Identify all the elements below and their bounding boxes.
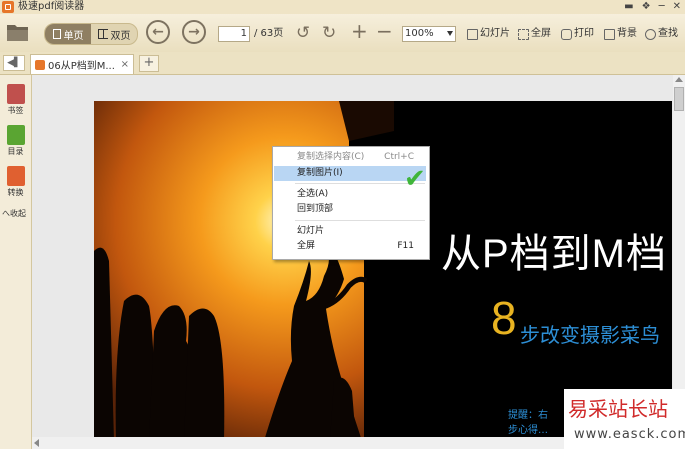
watermark-title: 易采站长站 — [568, 397, 668, 421]
watermark-url: www.easck.com — [574, 427, 685, 442]
double-page-label: 双页 — [110, 30, 131, 42]
toolbar: 单页 双页 ← → 1 / 63页 ↺ ↻ + − 100% 幻灯片 全屏 打印… — [0, 14, 685, 53]
menu-item-label: 复制图片(I) — [297, 168, 343, 178]
menu-item-shortcut: Ctrl+C — [384, 152, 414, 162]
bookmark-icon — [6, 84, 25, 104]
window-controls: ▬ ❖ ─ ✕ — [624, 0, 681, 14]
sidebar: 书签 目录 转换 へ收起 — [0, 75, 32, 449]
previous-page-button[interactable]: ← — [146, 20, 170, 44]
document-tab[interactable]: 06从P档到M... × — [30, 54, 134, 74]
single-page-icon — [52, 29, 61, 39]
scroll-thumb[interactable] — [674, 87, 684, 111]
page-heading: 从P档到M档 — [441, 232, 667, 276]
green-check-icon: ✔ — [404, 164, 426, 194]
page-tip-line: 提醒：右 — [508, 410, 548, 421]
app-logo-icon — [2, 1, 14, 13]
scroll-up-icon[interactable] — [675, 77, 683, 82]
menu-item-back-to-top[interactable]: 回到顶部 — [274, 202, 426, 217]
fullscreen-button[interactable]: 全屏 — [518, 27, 551, 41]
vertical-scrollbar[interactable] — [673, 75, 685, 437]
menu-item-label: 幻灯片 — [297, 226, 325, 236]
zoom-in-icon[interactable]: + — [351, 21, 368, 41]
single-page-button[interactable]: 单页 — [45, 24, 91, 44]
slideshow-button[interactable]: 幻灯片 — [467, 27, 510, 41]
tab-bar: ◀▌ 06从P档到M... × + — [0, 52, 685, 75]
background-label: 背景 — [617, 28, 637, 39]
menu-button[interactable]: ❖ — [642, 0, 651, 14]
close-window-button[interactable]: ✕ — [673, 0, 681, 14]
print-button[interactable]: 打印 — [561, 27, 594, 41]
minimize-button[interactable]: ─ — [659, 0, 665, 14]
rotate-left-icon[interactable]: ↺ — [296, 25, 310, 42]
slideshow-icon — [467, 28, 478, 40]
find-label: 查找 — [658, 28, 678, 39]
page-subheading: 步改变摄影菜鸟 — [520, 323, 660, 347]
sidebar-item-label: 目录 — [7, 147, 24, 156]
page-total: / 63页 — [254, 28, 284, 39]
convert-icon — [6, 166, 25, 186]
pdf-file-icon — [35, 59, 45, 70]
view-mode-toggle: 单页 双页 — [44, 23, 138, 45]
scroll-left-icon[interactable] — [34, 439, 39, 447]
sidebar-item-bookmarks[interactable]: 书签 — [2, 84, 29, 116]
search-icon — [645, 28, 656, 40]
sidebar-collapse-button[interactable]: へ收起 — [2, 208, 26, 219]
menu-separator — [295, 220, 425, 221]
zoom-value: 100% — [405, 28, 434, 39]
close-tab-icon[interactable]: × — [121, 59, 129, 70]
double-page-icon — [97, 29, 108, 39]
menu-item-shortcut: F11 — [397, 241, 414, 251]
arrow-left-icon: ← — [152, 24, 164, 40]
toggle-sidebar-button[interactable]: ◀▌ — [3, 55, 25, 71]
print-label: 打印 — [574, 28, 594, 39]
zoom-select[interactable]: 100% — [402, 26, 456, 42]
zoom-out-icon[interactable]: − — [376, 21, 393, 41]
sidebar-item-label: 书签 — [7, 106, 24, 115]
skin-button[interactable]: ▬ — [624, 0, 633, 14]
app-title: 极速pdf阅读器 — [18, 1, 85, 12]
watermark: 易采站长站 www.easck.com — [564, 389, 685, 449]
fullscreen-label: 全屏 — [531, 28, 551, 39]
page-number-input[interactable]: 1 — [218, 26, 250, 42]
toc-icon — [6, 125, 25, 145]
sidebar-item-toc[interactable]: 目录 — [2, 125, 29, 157]
menu-item-slideshow[interactable]: 幻灯片 — [274, 224, 426, 239]
rotate-right-icon[interactable]: ↻ — [322, 25, 336, 42]
sidebar-item-convert[interactable]: 转换 — [2, 166, 29, 198]
folder-icon — [7, 25, 28, 41]
sidebar-item-label: 转换 — [7, 188, 24, 197]
open-file-button[interactable] — [6, 21, 30, 43]
menu-item-fullscreen[interactable]: 全屏 F11 — [274, 239, 426, 254]
page-tip-line: 步心得… — [508, 425, 548, 436]
printer-icon — [561, 28, 572, 40]
chevron-down-icon — [447, 31, 453, 36]
slideshow-label: 幻灯片 — [480, 28, 510, 39]
next-page-button[interactable]: → — [182, 20, 206, 44]
find-button[interactable]: 查找 — [645, 27, 678, 41]
title-bar: 极速pdf阅读器 ▬ ❖ ─ ✕ — [0, 0, 685, 14]
fullscreen-icon — [518, 28, 529, 40]
background-icon — [604, 28, 615, 40]
background-button[interactable]: 背景 — [604, 27, 637, 41]
arrow-right-icon: → — [188, 24, 200, 40]
page-heading-number: 8 — [491, 292, 517, 344]
menu-item-label: 回到顶部 — [297, 204, 334, 214]
menu-item-label: 全屏 — [297, 241, 316, 251]
menu-item-label: 复制选择内容(C) — [297, 152, 365, 162]
document-tab-title: 06从P档到M... — [48, 61, 115, 72]
menu-item-label: 全选(A) — [297, 189, 329, 199]
menu-item-copy-selection[interactable]: 复制选择内容(C) Ctrl+C — [274, 150, 426, 165]
double-page-button[interactable]: 双页 — [91, 24, 137, 44]
single-page-label: 单页 — [63, 30, 84, 42]
new-tab-button[interactable]: + — [139, 55, 159, 72]
